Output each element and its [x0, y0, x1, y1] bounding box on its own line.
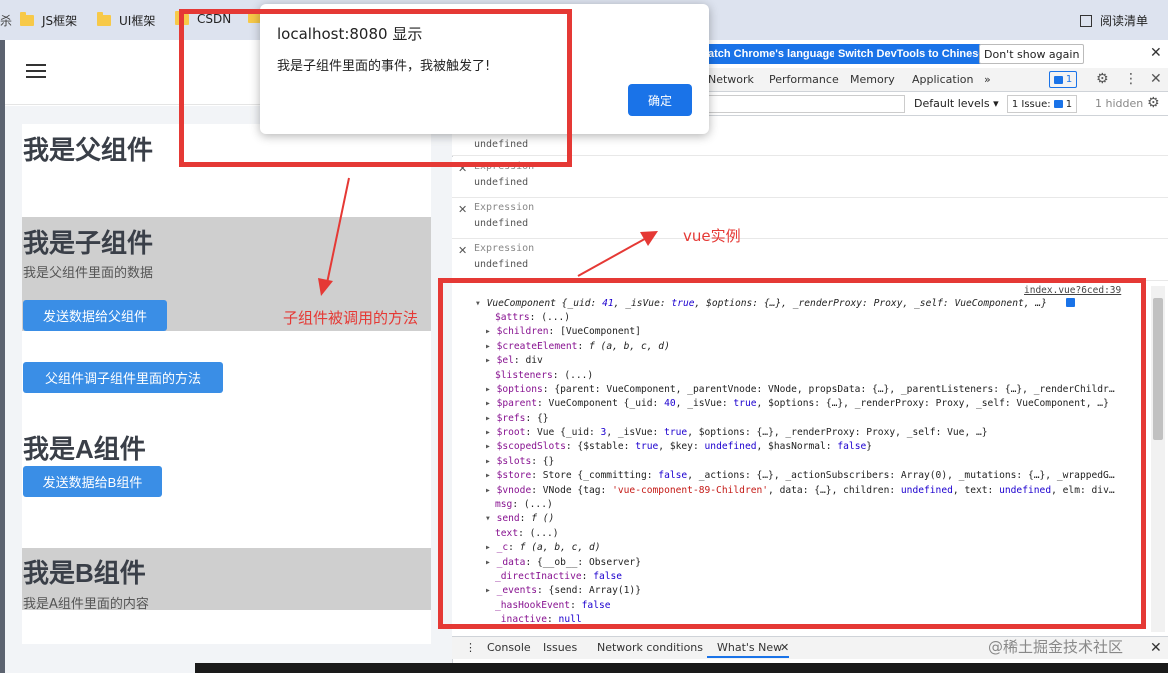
folder-icon [20, 12, 34, 26]
a-title: 我是A组件 [23, 434, 146, 464]
send-to-b-button[interactable]: 发送数据给B组件 [23, 466, 162, 497]
switch-to-chinese-button[interactable]: Switch DevTools to Chinese [834, 44, 989, 64]
tab-performance[interactable]: Performance [769, 73, 839, 86]
watermark: @稀土掘金技术社区 [988, 638, 1124, 656]
taskbar-strip [195, 663, 1168, 673]
active-tab-indicator [707, 656, 789, 658]
kebab-menu-icon[interactable]: ⋮ [1124, 71, 1138, 87]
bookmark-js[interactable]: JS框架 [20, 12, 77, 29]
reading-list[interactable]: 阅读清单 [1080, 12, 1148, 29]
console-scroll-thumb[interactable] [1153, 298, 1163, 440]
drawer-tab-network-conditions[interactable]: Network conditions [597, 641, 703, 654]
dont-show-again-button[interactable]: Don't show again [979, 44, 1085, 64]
tab-application[interactable]: Application [912, 73, 973, 86]
message-icon [1053, 75, 1063, 84]
annotation-box-vue-instance [438, 278, 1146, 629]
parent-call-child-button[interactable]: 父组件调子组件里面的方法 [23, 362, 223, 393]
switch-language-button[interactable]: atch Chrome's language [704, 44, 840, 64]
issue-button[interactable]: 1 Issue: 1 [1007, 95, 1077, 113]
tab-network[interactable]: Network [708, 73, 754, 86]
more-tabs-chevron-icon[interactable]: » [984, 73, 991, 86]
live-expression-row: ✕ Expression undefined [452, 239, 1168, 281]
close-devtools-icon[interactable]: ✕ [1150, 71, 1162, 87]
console-settings-gear-icon[interactable]: ⚙ [1147, 95, 1160, 111]
log-levels-dropdown[interactable]: Default levels ▾ [914, 97, 999, 110]
parent-title: 我是父组件 [23, 135, 154, 165]
bookmark-partial[interactable]: 杀 [0, 12, 12, 29]
child-data-text: 我是父组件里面的数据 [23, 266, 154, 281]
drawer-tab-console[interactable]: Console [487, 641, 531, 654]
bookmark-ui[interactable]: UI框架 [97, 12, 155, 29]
folder-icon [97, 12, 111, 26]
live-expression-row: ✕ Expression undefined [452, 198, 1168, 239]
close-tab-icon[interactable]: ✕ [780, 641, 789, 654]
drawer-tab-whats-new[interactable]: What's New [717, 641, 782, 654]
send-to-parent-button[interactable]: 发送数据给父组件 [23, 300, 167, 331]
alert-ok-button[interactable]: 确定 [628, 84, 692, 116]
b-title: 我是B组件 [23, 558, 146, 588]
issues-badge[interactable]: 1 [1049, 71, 1077, 88]
console-filter-input[interactable] [705, 95, 905, 113]
annotation-vue-instance: vue实例 [683, 227, 741, 245]
reading-list-icon [1080, 14, 1092, 27]
remove-expression-icon[interactable]: ✕ [458, 203, 467, 216]
settings-gear-icon[interactable]: ⚙ [1096, 71, 1109, 87]
infobar-close-icon[interactable]: ✕ [1150, 45, 1162, 61]
close-drawer-icon[interactable]: ✕ [1150, 640, 1162, 656]
hidden-count: 1 hidden [1095, 97, 1144, 110]
child-title: 我是子组件 [23, 228, 154, 258]
annotation-box-alert [179, 9, 572, 167]
b-content-text: 我是A组件里面的内容 [23, 597, 149, 612]
message-icon [1053, 100, 1063, 108]
drawer-tab-issues[interactable]: Issues [543, 641, 577, 654]
remove-expression-icon[interactable]: ✕ [458, 244, 467, 257]
annotation-child-method: 子组件被调用的方法 [283, 309, 419, 327]
menu-icon[interactable] [26, 64, 46, 78]
drawer-menu-icon[interactable]: ⋮ [465, 641, 476, 654]
tab-memory[interactable]: Memory [850, 73, 895, 86]
